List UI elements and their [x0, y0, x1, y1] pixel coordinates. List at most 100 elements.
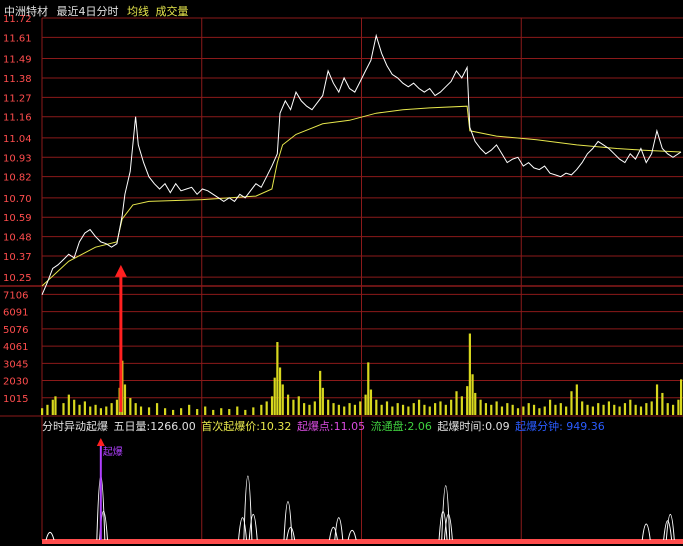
first-burst-price-label: 首次起爆价:: [201, 420, 260, 433]
price-tick-label: 11.49: [3, 55, 32, 66]
volume-bar: [297, 396, 300, 415]
volume-bar: [650, 401, 653, 415]
price-tick-label: 11.61: [3, 33, 32, 44]
volume-bar: [94, 404, 97, 415]
volume-bar: [511, 404, 514, 415]
avg-line-legend: 均线: [127, 5, 149, 18]
volume-bar: [532, 404, 536, 415]
volume-bar: [500, 406, 504, 415]
volume-bar: [375, 399, 378, 415]
volume-bar: [597, 403, 600, 415]
price-tick-label: 11.38: [3, 74, 32, 85]
volume-bar: [78, 404, 81, 415]
period-label: 最近4日分时: [56, 5, 119, 18]
volume-bar: [337, 404, 340, 415]
volume-bar: [265, 401, 268, 415]
stock-name[interactable]: 中洲特材: [4, 5, 48, 18]
volume-bar: [99, 408, 103, 415]
volume-bar: [602, 404, 605, 415]
price-tick-label: 10.48: [3, 233, 32, 244]
volume-bar: [396, 403, 399, 415]
volume-bar: [129, 398, 132, 415]
price-tick-label: 10.25: [3, 273, 32, 284]
volume-bar: [516, 408, 520, 415]
volume-bar: [639, 406, 643, 415]
volume-bar: [41, 408, 44, 415]
volume-bar: [51, 399, 54, 415]
volume-bar: [180, 408, 183, 415]
volume-bar: [273, 377, 276, 415]
volume-bar: [252, 407, 255, 415]
volume-bar: [83, 401, 86, 415]
volume-bar: [188, 404, 191, 415]
volume-bar: [172, 409, 175, 415]
volume-bar: [353, 404, 357, 415]
volume-bar: [434, 403, 437, 415]
volume-bar: [645, 403, 648, 415]
volume-bar: [407, 406, 410, 415]
volume-bar: [479, 399, 482, 415]
volume-bar: [428, 406, 431, 415]
volume-bar: [276, 342, 279, 415]
burst-time-label: 起爆时间:: [437, 420, 486, 433]
volume-bar: [155, 403, 159, 415]
volume-bar: [607, 401, 611, 415]
volume-tick-label: 6091: [3, 308, 28, 319]
burst-marker-label: 起爆: [103, 446, 123, 458]
burst-point-label: 起爆点:: [296, 420, 334, 433]
volume-tick-label: 5076: [3, 325, 28, 336]
volume-bar: [244, 409, 247, 415]
volume-bar: [204, 406, 207, 415]
volume-bar: [634, 404, 637, 415]
five-day-volume-value: 1266.00: [150, 420, 196, 433]
volume-bar: [303, 403, 306, 415]
stage: 11.72 11.61 11.49 11.38 11.27 11.16 11.04 10.93…: [0, 0, 683, 546]
price-tick-label: 11.27: [3, 93, 32, 104]
volume-bar: [677, 399, 680, 415]
volume-bar: [110, 403, 113, 415]
price-tick-label: 10.70: [3, 194, 32, 205]
indicator-spike: [641, 523, 651, 541]
volume-bar: [655, 384, 659, 415]
volume-bar: [623, 403, 627, 415]
volume-bar: [163, 408, 167, 415]
volume-bar: [455, 391, 458, 415]
volume-bar: [54, 396, 57, 415]
volume-bar: [286, 394, 290, 415]
volume-bar: [308, 404, 311, 415]
volume-bar: [466, 386, 469, 415]
volume-bar: [196, 409, 199, 415]
volume-bar: [629, 399, 632, 415]
volume-bar: [484, 403, 488, 415]
volume-bar: [105, 406, 108, 415]
volume-bar: [538, 408, 541, 415]
volume-tick-label: 4061: [3, 342, 28, 353]
chart-header: 中洲特材 最近4日分时 均线 成交量: [4, 3, 194, 19]
volume-tick-label: 2030: [3, 377, 28, 388]
price-tick-label: 10.37: [3, 252, 32, 263]
volume-bar: [527, 403, 530, 415]
volume-bar: [439, 401, 442, 415]
volume-bar: [313, 401, 316, 415]
volume-bar: [228, 409, 231, 415]
volume-bar: [89, 406, 92, 415]
volume-bar: [471, 374, 474, 415]
volume-bar: [212, 409, 215, 415]
volume-bar: [134, 403, 137, 415]
burst-point-value: 11.05: [333, 420, 366, 433]
volume-bar: [236, 406, 239, 415]
price-tick-label: 11.16: [3, 113, 32, 124]
volume-bar: [554, 404, 557, 415]
volume-bar: [565, 406, 568, 415]
volume-bar: [321, 387, 324, 415]
volume-bar: [139, 406, 143, 415]
indicator-spike: [248, 514, 258, 541]
volume-bar: [73, 399, 76, 415]
indicator-spike: [238, 517, 248, 541]
indicator-baseline: [42, 539, 683, 544]
burst-time-value: 0.09: [485, 420, 510, 433]
volume-bar: [332, 403, 335, 415]
volume-bar: [548, 399, 552, 415]
volume-bar: [474, 392, 477, 415]
volume-bar: [450, 399, 453, 415]
